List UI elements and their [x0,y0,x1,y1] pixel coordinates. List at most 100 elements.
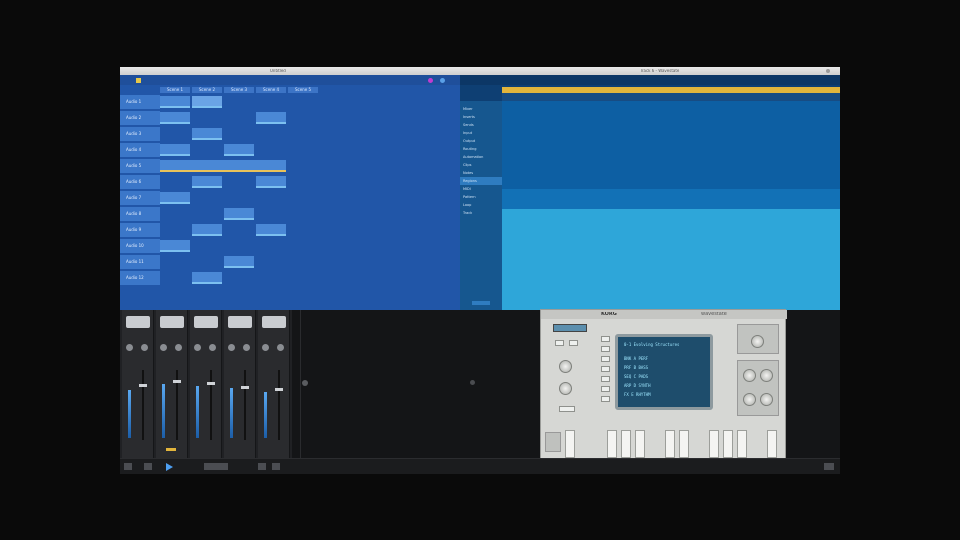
clip-slot[interactable] [256,112,286,124]
track-name[interactable]: Audio 12 [120,271,160,285]
tempo-display[interactable] [204,463,228,470]
track-name[interactable]: Audio 2 [120,111,160,125]
column-header[interactable]: Scene 2 [192,87,222,93]
sidebar-item[interactable]: Sends [460,121,502,129]
display-row[interactable]: PRF B BASS [624,364,708,371]
plugin-slot[interactable] [126,316,150,328]
sidebar-item[interactable]: Inserts [460,113,502,121]
send-knob[interactable] [141,344,148,351]
column-header[interactable]: Scene 5 [288,87,318,93]
pan-knob[interactable] [194,344,201,351]
side-button[interactable] [601,376,610,382]
pan-knob[interactable] [228,344,235,351]
sidebar-item[interactable]: Loop [460,201,502,209]
white-key[interactable] [565,430,575,458]
side-button[interactable] [601,396,610,402]
side-button[interactable] [601,346,610,352]
white-key[interactable] [665,430,675,458]
plugin-slot[interactable] [160,316,184,328]
side-button[interactable] [601,356,610,362]
preset-display[interactable] [553,324,587,332]
column-header[interactable]: Scene 1 [160,87,190,93]
clip-slot[interactable] [192,128,222,140]
record-icon[interactable] [428,78,433,83]
sidebar-item[interactable]: Input [460,129,502,137]
track-name[interactable]: Audio 9 [120,223,160,237]
column-header[interactable]: Scene 3 [224,87,254,93]
track-name[interactable]: Audio 5 [120,159,160,173]
track-name[interactable]: Audio 8 [120,207,160,221]
clip-slot[interactable] [192,176,222,188]
clip-slot[interactable] [192,224,222,236]
display-row[interactable]: FX E RHYTHM [624,391,708,398]
white-key[interactable] [621,430,631,458]
timeline-ruler[interactable] [502,93,840,101]
play-icon[interactable] [166,463,173,471]
arm-indicator[interactable] [166,448,176,451]
sidebar-item[interactable]: Track [460,209,502,217]
settings-icon[interactable] [440,78,445,83]
volume-fader[interactable] [173,380,181,383]
white-key[interactable] [709,430,719,458]
track-lane-selected[interactable] [502,209,840,310]
track-name[interactable]: Audio 3 [120,127,160,141]
sidebar-item[interactable]: Routing [460,145,502,153]
track-name[interactable]: Audio 6 [120,175,160,189]
clip-slot[interactable] [192,96,222,108]
volume-fader[interactable] [241,386,249,389]
side-button[interactable] [601,366,610,372]
synth-knob[interactable] [760,393,773,406]
menu-button[interactable] [569,340,578,346]
sidebar-item-selected[interactable]: Regions [460,177,502,185]
side-button[interactable] [601,386,610,392]
track-name[interactable]: Audio 7 [120,191,160,205]
track-name[interactable]: Audio 4 [120,143,160,157]
white-key[interactable] [767,430,777,458]
track-lane[interactable] [502,101,840,189]
synth-knob[interactable] [559,360,572,373]
white-key[interactable] [679,430,689,458]
sidebar-item[interactable]: Automation [460,153,502,161]
track-name[interactable]: Audio 1 [120,95,160,109]
sidebar-item[interactable]: Notes [460,169,502,177]
clip-slot[interactable] [224,256,254,268]
metronome-button[interactable] [272,463,280,470]
track-name[interactable]: Audio 11 [120,255,160,269]
menu-button[interactable] [555,340,564,346]
white-key[interactable] [737,430,747,458]
sidebar-item[interactable]: Output [460,137,502,145]
clip-slot[interactable] [256,224,286,236]
plugin-slot[interactable] [228,316,252,328]
settings-button[interactable] [824,463,834,470]
sidebar-item[interactable]: MIDI [460,185,502,193]
side-button[interactable] [601,336,610,342]
close-icon[interactable] [826,69,830,73]
volume-fader[interactable] [207,382,215,385]
add-button[interactable] [472,301,490,305]
sidebar-item[interactable]: Clips [460,161,502,169]
white-key[interactable] [607,430,617,458]
display-row[interactable]: ARP D SYNTH [624,382,708,389]
loop-button[interactable] [258,463,266,470]
plugin-slot[interactable] [262,316,286,328]
clip-slot[interactable] [224,144,254,156]
plugin-slot[interactable] [194,316,218,328]
send-knob[interactable] [277,344,284,351]
pan-knob[interactable] [262,344,269,351]
display-row[interactable]: SEQ C PADS [624,373,708,380]
pan-knob[interactable] [160,344,167,351]
stop-button[interactable] [144,463,152,470]
display-row[interactable]: BNK A PERF [624,355,708,362]
master-volume-knob[interactable] [751,335,764,348]
add-channel-icon[interactable] [302,380,308,386]
clip-slot[interactable] [160,96,190,108]
synth-knob[interactable] [760,369,773,382]
send-knob[interactable] [243,344,250,351]
column-header[interactable]: Scene 4 [256,87,286,93]
white-key[interactable] [723,430,733,458]
synth-knob[interactable] [743,393,756,406]
track-name[interactable]: Audio 10 [120,239,160,253]
clip-slot[interactable] [256,176,286,188]
send-knob[interactable] [209,344,216,351]
volume-fader[interactable] [139,384,147,387]
